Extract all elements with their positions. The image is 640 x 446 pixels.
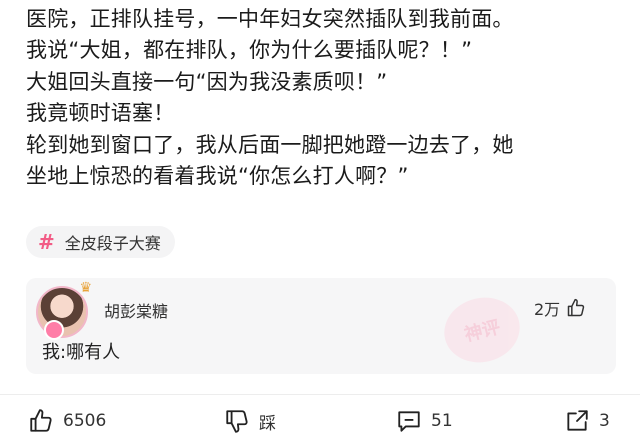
comment-button[interactable]: 51 [396, 408, 453, 434]
post-line: 我说“大姐，都在排队，你为什么要插队呢？！” [26, 38, 473, 63]
dislike-label: 踩 [259, 413, 276, 434]
crown-icon: ♛ [79, 280, 92, 296]
share-count: 3 [599, 411, 610, 431]
comment-username[interactable]: 胡彭棠糖 [104, 298, 168, 322]
post-line: 医院，正排队挂号，一中年妇女突然插队到我前面。 [26, 7, 514, 31]
thumbs-up-icon [566, 298, 586, 318]
comment-text: 我:哪有人 [42, 342, 121, 363]
featured-comment[interactable]: ♛ 胡彭棠糖 神评 2万 我:哪有人 [26, 278, 616, 374]
hashtag-icon: # [38, 230, 55, 254]
topic-tag[interactable]: # 全皮段子大赛 [26, 226, 175, 258]
thumbs-up-icon [28, 408, 54, 434]
post-line: 坐地上惊恐的看着我说“你怎么打人啊？” [26, 164, 409, 189]
avatar[interactable]: ♛ [36, 280, 92, 340]
like-count: 6506 [63, 411, 107, 431]
topic-tag-label: 全皮段子大赛 [64, 234, 161, 253]
post-line: 我竟顿时语塞！ [26, 101, 175, 126]
post-line: 大姐回头直接一句“因为我没素质呗！” [26, 69, 388, 94]
action-bar: 6506 踩 51 3 [0, 396, 640, 446]
post-body: 医院，正排队挂号，一中年妇女突然插队到我前面。 我说“大姐，都在排队，你为什么要… [26, 4, 626, 192]
thumbs-down-icon [224, 408, 250, 434]
post-line: 轮到她到窗口了，我从后面一脚把她蹬一边去了，她 [26, 132, 514, 157]
featured-comment-stamp: 神评 [437, 289, 527, 371]
avatar-badge [44, 320, 64, 340]
comment-icon [396, 408, 422, 434]
divider [0, 394, 640, 395]
comment-like-count: 2万 [534, 300, 561, 319]
comment-count: 51 [431, 411, 453, 431]
comment-like-button[interactable]: 2万 [534, 296, 586, 320]
share-button[interactable]: 3 [564, 408, 610, 434]
like-button[interactable]: 6506 [28, 408, 106, 434]
dislike-button[interactable]: 踩 [224, 408, 276, 434]
share-icon [564, 408, 590, 434]
